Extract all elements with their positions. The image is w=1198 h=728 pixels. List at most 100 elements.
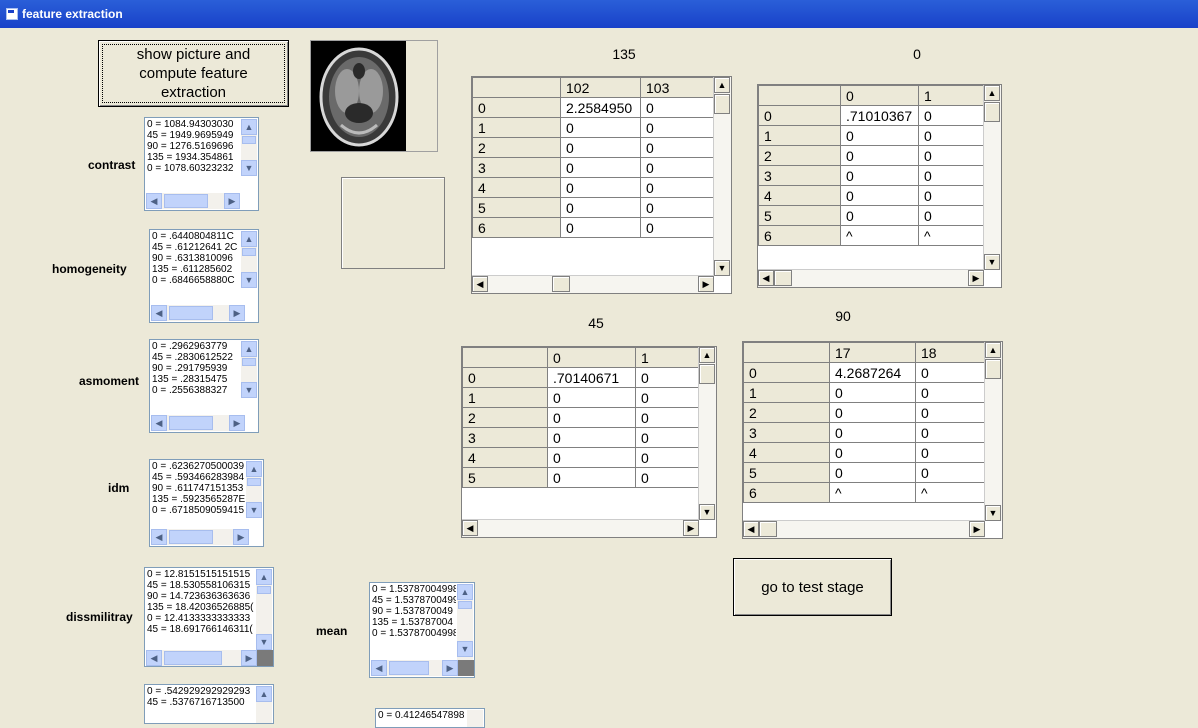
horizontal-scrollbar[interactable]: ◀ ▶ [472, 275, 714, 293]
list-item[interactable]: 45 = .593466283984 [151, 472, 245, 483]
scroll-left-icon[interactable]: ◀ [151, 529, 167, 545]
grid-col-header[interactable]: 103 [640, 77, 717, 98]
grid-cell[interactable]: 0 [560, 177, 641, 198]
grid-cell[interactable]: 0 [829, 442, 916, 463]
scroll-left-icon[interactable]: ◀ [151, 305, 167, 321]
dissmilitray-listbox[interactable]: 0 = 12.8151515151515 45 = 18.53055810631… [144, 567, 274, 667]
grid-row-header[interactable]: 2 [472, 137, 561, 158]
list-item[interactable]: 135 = 18.42036526885( [146, 602, 255, 613]
scroll-right-icon[interactable]: ▶ [229, 305, 245, 321]
asmoment-listbox[interactable]: 0 = .2962963779 45 = .2830612522 90 = .2… [149, 339, 259, 433]
grid-cell[interactable]: 0 [840, 165, 919, 186]
list-item[interactable]: 0 = 1078.60323232 [146, 163, 240, 174]
scroll-thumb[interactable] [164, 194, 208, 208]
grid-cell[interactable]: 0 [635, 467, 702, 488]
horizontal-scrollbar[interactable]: ◀ ▶ [758, 269, 984, 287]
scroll-thumb[interactable] [164, 651, 222, 665]
scroll-left-icon[interactable]: ◀ [371, 660, 387, 676]
scroll-left-icon[interactable]: ◀ [462, 520, 478, 536]
grid-row-header[interactable]: 3 [472, 157, 561, 178]
grid-cell[interactable]: 0 [829, 462, 916, 483]
scroll-right-icon[interactable]: ▶ [968, 270, 984, 286]
grid-cell[interactable]: 0 [840, 145, 919, 166]
scroll-up-icon[interactable]: ▲ [256, 686, 272, 702]
list-item[interactable]: 0 = .2962963779 [151, 341, 240, 352]
grid-cell[interactable]: 0 [635, 427, 702, 448]
grid-cell[interactable]: 0 [918, 165, 987, 186]
grid-cell[interactable]: 0 [560, 137, 641, 158]
grid-cell[interactable]: 0 [547, 447, 636, 468]
grid-row-header[interactable]: 2 [462, 407, 548, 428]
list-item[interactable]: 135 = 1934.354861 [146, 152, 240, 163]
grid-row-header[interactable]: 6 [472, 217, 561, 238]
vertical-scrollbar[interactable]: ▲ ▼ [983, 85, 1001, 270]
vertical-scrollbar[interactable]: ▲ ▼ [698, 347, 716, 520]
grid-cell[interactable]: 0 [640, 97, 717, 118]
list-item[interactable]: 0 = .6440804811C [151, 231, 240, 242]
scroll-right-icon[interactable]: ▶ [224, 193, 240, 209]
list-item[interactable]: 0 = .542929292929293 [146, 686, 255, 697]
list-item[interactable]: 0 = 1.53787004998 [371, 584, 456, 595]
grid-cell[interactable]: 0 [547, 407, 636, 428]
vertical-scrollbar[interactable]: ▲ ▼ [241, 119, 257, 176]
grid-row-header[interactable]: 4 [758, 185, 841, 206]
grid-cell[interactable]: 0 [640, 157, 717, 178]
scroll-left-icon[interactable]: ◀ [743, 521, 759, 537]
scroll-left-icon[interactable]: ◀ [472, 276, 488, 292]
grid-cell[interactable]: 0 [918, 105, 987, 126]
list-item[interactable]: 0 = 0.41246547898 [377, 710, 466, 721]
scroll-right-icon[interactable]: ▶ [442, 660, 458, 676]
grid-cell[interactable]: 0 [635, 447, 702, 468]
scroll-up-icon[interactable]: ▲ [714, 77, 730, 93]
grid-cell[interactable]: ^ [918, 225, 987, 246]
grid-cell[interactable]: 0 [640, 217, 717, 238]
scroll-thumb[interactable] [169, 416, 213, 430]
grid-row-header[interactable]: 2 [743, 402, 830, 423]
horizontal-scrollbar[interactable]: ◀ ▶ [151, 305, 245, 321]
scroll-down-icon[interactable]: ▼ [246, 502, 262, 518]
list-item[interactable]: 90 = 14.723636363636 [146, 591, 255, 602]
grid-cell[interactable]: 0 [918, 185, 987, 206]
grid-row-header[interactable]: 1 [743, 382, 830, 403]
list-item[interactable]: 0 = .6236270500039 [151, 461, 245, 472]
grid-135[interactable]: 102 103 0 2.2584950 0 100 200 300 400 500 6… [471, 76, 732, 294]
grid-cell[interactable]: 0 [635, 367, 702, 388]
grid-cell[interactable]: 0 [915, 402, 988, 423]
grid-cell[interactable]: 0 [829, 402, 916, 423]
list-item[interactable]: 45 = 18.691766146311( [146, 624, 255, 635]
scroll-down-icon[interactable]: ▼ [241, 160, 257, 176]
grid-col-header[interactable]: 0 [840, 85, 919, 106]
scroll-thumb[interactable] [242, 136, 256, 144]
list-item[interactable]: 135 = .5923565287E [151, 494, 245, 505]
grid-col-header[interactable]: 0 [547, 347, 636, 368]
idm-listbox[interactable]: 0 = .6236270500039 45 = .593466283984 90… [149, 459, 264, 547]
grid-col-header[interactable]: 1 [635, 347, 702, 368]
list-item[interactable]: 90 = .611747151353 [151, 483, 245, 494]
scroll-thumb[interactable] [389, 661, 429, 675]
list-item[interactable]: 0 = .6846658880C [151, 275, 240, 286]
grid-cell[interactable]: 0 [635, 407, 702, 428]
scroll-thumb[interactable] [714, 94, 730, 114]
list-item[interactable]: 90 = 1276.5169696 [146, 141, 240, 152]
grid-cell[interactable]: 0 [915, 382, 988, 403]
list-item[interactable]: 45 = .61212641 2C [151, 242, 240, 253]
grid-cell[interactable]: 0 [547, 387, 636, 408]
grid-row-header[interactable]: 1 [462, 387, 548, 408]
grid-cell[interactable]: 2.2584950 [560, 97, 641, 118]
grid-cell[interactable]: 0 [918, 125, 987, 146]
scroll-up-icon[interactable]: ▲ [241, 119, 257, 135]
scroll-left-icon[interactable]: ◀ [758, 270, 774, 286]
grid-row-header[interactable]: 5 [462, 467, 548, 488]
horizontal-scrollbar[interactable]: ◀ ▶ [146, 650, 257, 666]
grid-row-header[interactable]: 3 [758, 165, 841, 186]
list-item[interactable]: 90 = .291795939 [151, 363, 240, 374]
scroll-thumb[interactable] [699, 364, 715, 384]
scroll-down-icon[interactable]: ▼ [984, 254, 1000, 270]
grid-col-header[interactable]: 1 [918, 85, 987, 106]
scroll-thumb[interactable] [169, 306, 213, 320]
scroll-down-icon[interactable]: ▼ [256, 634, 272, 650]
scroll-up-icon[interactable]: ▲ [457, 584, 473, 600]
grid-row-header[interactable]: 5 [743, 462, 830, 483]
horizontal-scrollbar[interactable]: ◀ ▶ [743, 520, 985, 538]
grid-col-header[interactable]: 17 [829, 342, 916, 363]
